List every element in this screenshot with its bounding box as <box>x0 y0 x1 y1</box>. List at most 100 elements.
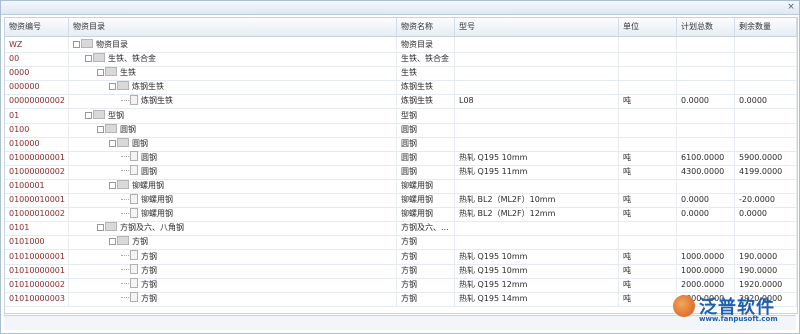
tree-line <box>121 156 129 158</box>
cell-tree: 方钢及六、八角钢 <box>69 220 397 236</box>
cell-plan <box>677 65 735 81</box>
tree-node-label[interactable]: 铆螺用钢 <box>141 209 173 218</box>
cell-code: 000000 <box>5 79 69 95</box>
tree-node-label[interactable]: 铆螺用钢 <box>132 181 164 190</box>
cell-tree: 铆螺用钢 <box>69 192 397 208</box>
folder-icon <box>93 109 105 119</box>
tree-node-label[interactable]: 型钢 <box>108 111 124 120</box>
cell-model <box>455 107 619 123</box>
header-col-remaining[interactable]: 剩余数量 <box>735 18 797 36</box>
cell-model <box>455 234 619 250</box>
cell-plan <box>677 234 735 250</box>
cell-code: 01 <box>5 107 69 123</box>
cell-name: 方钢 <box>397 262 455 278</box>
cell-model: 热轧 BL2（ML2F）10mm <box>455 192 619 208</box>
header-col-code[interactable]: 物资编号 <box>5 18 69 36</box>
cell-tree: 圆钢 <box>69 121 397 137</box>
tree-node-label[interactable]: 圆钢 <box>141 167 157 176</box>
tree-node-label[interactable]: 圆钢 <box>141 153 157 162</box>
tree-node-label[interactable]: 方钢 <box>132 237 148 246</box>
cell-tree: 生铁 <box>69 65 397 81</box>
header-col-unit[interactable]: 单位 <box>619 18 677 36</box>
cell-model: L08 <box>455 93 619 109</box>
cell-plan <box>677 135 735 151</box>
tree-node-label[interactable]: 方钢 <box>141 266 157 275</box>
document-icon <box>130 193 138 204</box>
cell-model: 热轧 Q195 10mm <box>455 149 619 165</box>
cell-tree: 圆钢 <box>69 149 397 165</box>
cell-plan: 0.0000 <box>677 192 735 208</box>
cell-code: 0000 <box>5 65 69 81</box>
expand-toggle-icon[interactable] <box>85 55 92 63</box>
document-icon <box>130 292 138 303</box>
cell-plan <box>677 220 735 236</box>
expand-toggle-icon[interactable] <box>97 69 104 77</box>
folder-icon <box>117 137 129 147</box>
brand-logo-icon <box>673 295 695 317</box>
expand-toggle-icon[interactable] <box>109 182 116 189</box>
cell-unit: 吨 <box>619 248 677 264</box>
cell-unit <box>619 135 677 151</box>
header-col-name[interactable]: 物资名称 <box>397 18 455 36</box>
cell-model <box>455 121 619 137</box>
cell-plan: 0.0000 <box>677 93 735 109</box>
cell-model <box>455 135 619 151</box>
header-col-catalog[interactable]: 物资目录 <box>69 18 397 36</box>
cell-unit: 吨 <box>619 206 677 222</box>
cell-code: 0100001 <box>5 178 69 193</box>
cell-code: 010000 <box>5 135 69 151</box>
tree-node-label[interactable]: 方钢及六、八角钢 <box>120 223 184 232</box>
tree-node-label[interactable]: 铆螺用钢 <box>141 195 173 204</box>
folder-icon <box>105 222 117 232</box>
cell-plan: 4300.0000 <box>677 163 735 179</box>
expand-toggle-icon[interactable] <box>109 139 116 147</box>
cell-name: 方钢 <box>397 276 455 292</box>
tree-node-label[interactable]: 炼钢生铁 <box>141 96 173 105</box>
close-icon[interactable]: × <box>786 2 796 12</box>
cell-code: 01000000001 <box>5 149 69 165</box>
cell-name: 型钢 <box>397 107 455 123</box>
cell-plan <box>677 121 735 137</box>
cell-tree: 方钢 <box>69 248 397 264</box>
cell-name: 铆螺用钢 <box>397 178 455 193</box>
brand-url: www.fanpusoft.com <box>699 315 778 323</box>
cell-tree: 铆螺用钢 <box>69 206 397 222</box>
expand-toggle-icon[interactable] <box>109 238 116 246</box>
cell-remain <box>735 220 797 236</box>
cell-unit <box>619 121 677 137</box>
tree-node-label[interactable]: 圆钢 <box>132 139 148 148</box>
document-icon <box>130 94 138 105</box>
cell-name: 方钢及六、... <box>397 220 455 236</box>
expand-toggle-icon[interactable] <box>73 41 80 48</box>
expand-toggle-icon[interactable] <box>109 83 116 91</box>
cell-plan: 1000.0000 <box>677 248 735 264</box>
tree-node-label[interactable]: 方钢 <box>141 294 157 303</box>
cell-code: 0101000 <box>5 234 69 250</box>
cell-tree: 圆钢 <box>69 163 397 179</box>
tree-node-label[interactable]: 生铁 <box>120 68 136 77</box>
header-col-model[interactable]: 型号 <box>455 18 619 36</box>
cell-code: WZ <box>5 37 69 52</box>
cell-remain <box>735 234 797 250</box>
tree-node-label[interactable]: 生铁、铁合金 <box>108 54 156 63</box>
cell-name: 炼钢生铁 <box>397 79 455 95</box>
cell-remain: 190.0000 <box>735 248 797 264</box>
cell-plan <box>677 51 735 67</box>
document-icon <box>130 151 138 162</box>
header-col-plan-total[interactable]: 计划总数 <box>677 18 735 36</box>
expand-toggle-icon[interactable] <box>97 224 104 232</box>
cell-plan <box>677 178 735 193</box>
tree-node-label[interactable]: 物资目录 <box>96 40 128 49</box>
expand-toggle-icon[interactable] <box>97 125 104 133</box>
cell-model: 热轧 Q195 14mm <box>455 290 619 306</box>
tree-node-label[interactable]: 方钢 <box>141 252 157 261</box>
tree-node-label[interactable]: 圆钢 <box>120 125 136 134</box>
cell-model <box>455 220 619 236</box>
cell-tree: 生铁、铁合金 <box>69 51 397 67</box>
expand-toggle-icon[interactable] <box>85 111 92 119</box>
tree-node-label[interactable]: 炼钢生铁 <box>132 82 164 91</box>
tree-node-label[interactable]: 方钢 <box>141 280 157 289</box>
cell-plan <box>677 107 735 123</box>
cell-remain <box>735 51 797 67</box>
cell-unit: 吨 <box>619 93 677 109</box>
